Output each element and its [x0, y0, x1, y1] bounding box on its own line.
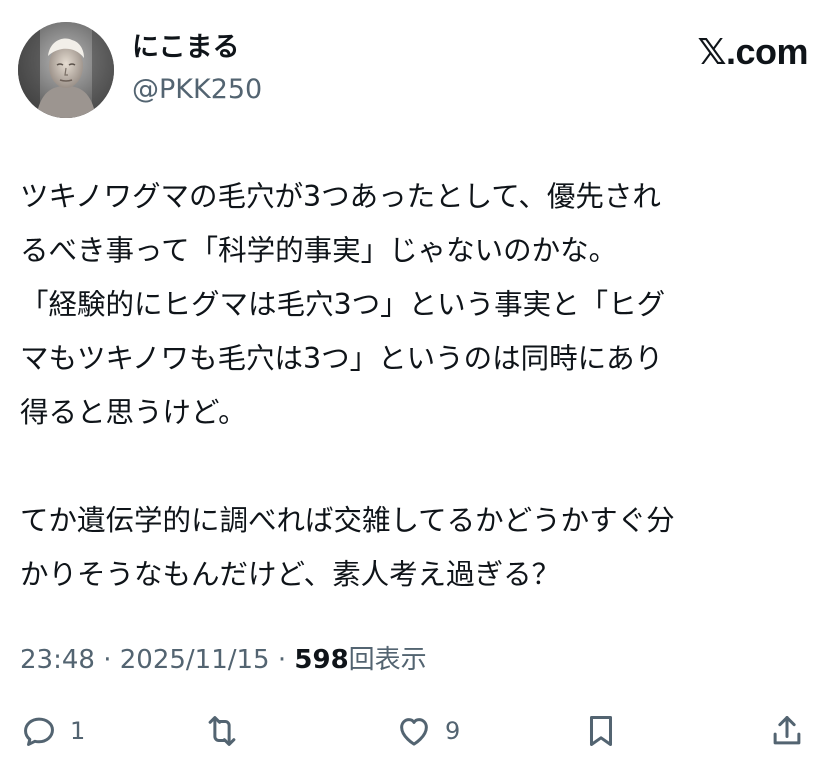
meta-separator: · [103, 645, 112, 675]
avatar-image [18, 22, 114, 118]
like-button[interactable]: 9 [395, 708, 460, 754]
retweet-icon [208, 716, 236, 746]
tweet-line: かりそうなもんだけど、素人考え過ぎる？ [20, 558, 561, 591]
views-count: 598 [294, 645, 349, 675]
tweet-line: 得ると思うけど。 [20, 396, 247, 429]
meta-separator: · [277, 645, 287, 675]
tweet-meta: 23:48 · 2025/11/15 · 598回表示 [20, 640, 427, 680]
heart-icon [400, 718, 428, 746]
bookmark-button[interactable] [582, 708, 620, 754]
tweet-date[interactable]: 2025/11/15 [120, 645, 270, 675]
paragraph-break [20, 440, 810, 494]
x-logo: 𝕏.com [697, 31, 808, 72]
tweet-time[interactable]: 23:48 [20, 645, 95, 675]
tweet-line: 「経験的にヒグマは毛穴3つ」という事実と「ヒグ [20, 288, 666, 321]
tweet-line: マもツキノワも毛穴は3つ」というのは同時にあり [20, 342, 664, 375]
share-icon [773, 716, 801, 745]
user-handle[interactable]: @PKK250 [132, 72, 262, 108]
tweet-line: るべき事って「科学的事実」じゃないのかな。 [20, 234, 618, 267]
reply-icon [24, 717, 54, 746]
reply-count: 1 [70, 717, 86, 745]
views-label: 回表示 [348, 645, 427, 675]
share-button[interactable] [768, 708, 806, 754]
bookmark-icon [589, 716, 613, 746]
reply-button[interactable]: 1 [20, 708, 85, 754]
display-name[interactable]: にこまる [132, 30, 239, 66]
like-count: 9 [445, 717, 461, 745]
tweet-line: てか遺伝学的に調べれば交雑してるかどうかすぐ分 [20, 504, 675, 537]
retweet-button[interactable] [202, 708, 242, 754]
tweet-actions: 1 9 [20, 708, 810, 754]
tweet-line: ツキノワグマの毛穴が3つあったとして、優先され [20, 180, 661, 213]
tweet-text: ツキノワグマの毛穴が3つあったとして、優先され るべき事って「科学的事実」じゃな… [20, 170, 810, 602]
tweet-header: にこまる @PKK250 𝕏.com [18, 22, 808, 122]
avatar[interactable] [18, 22, 114, 118]
